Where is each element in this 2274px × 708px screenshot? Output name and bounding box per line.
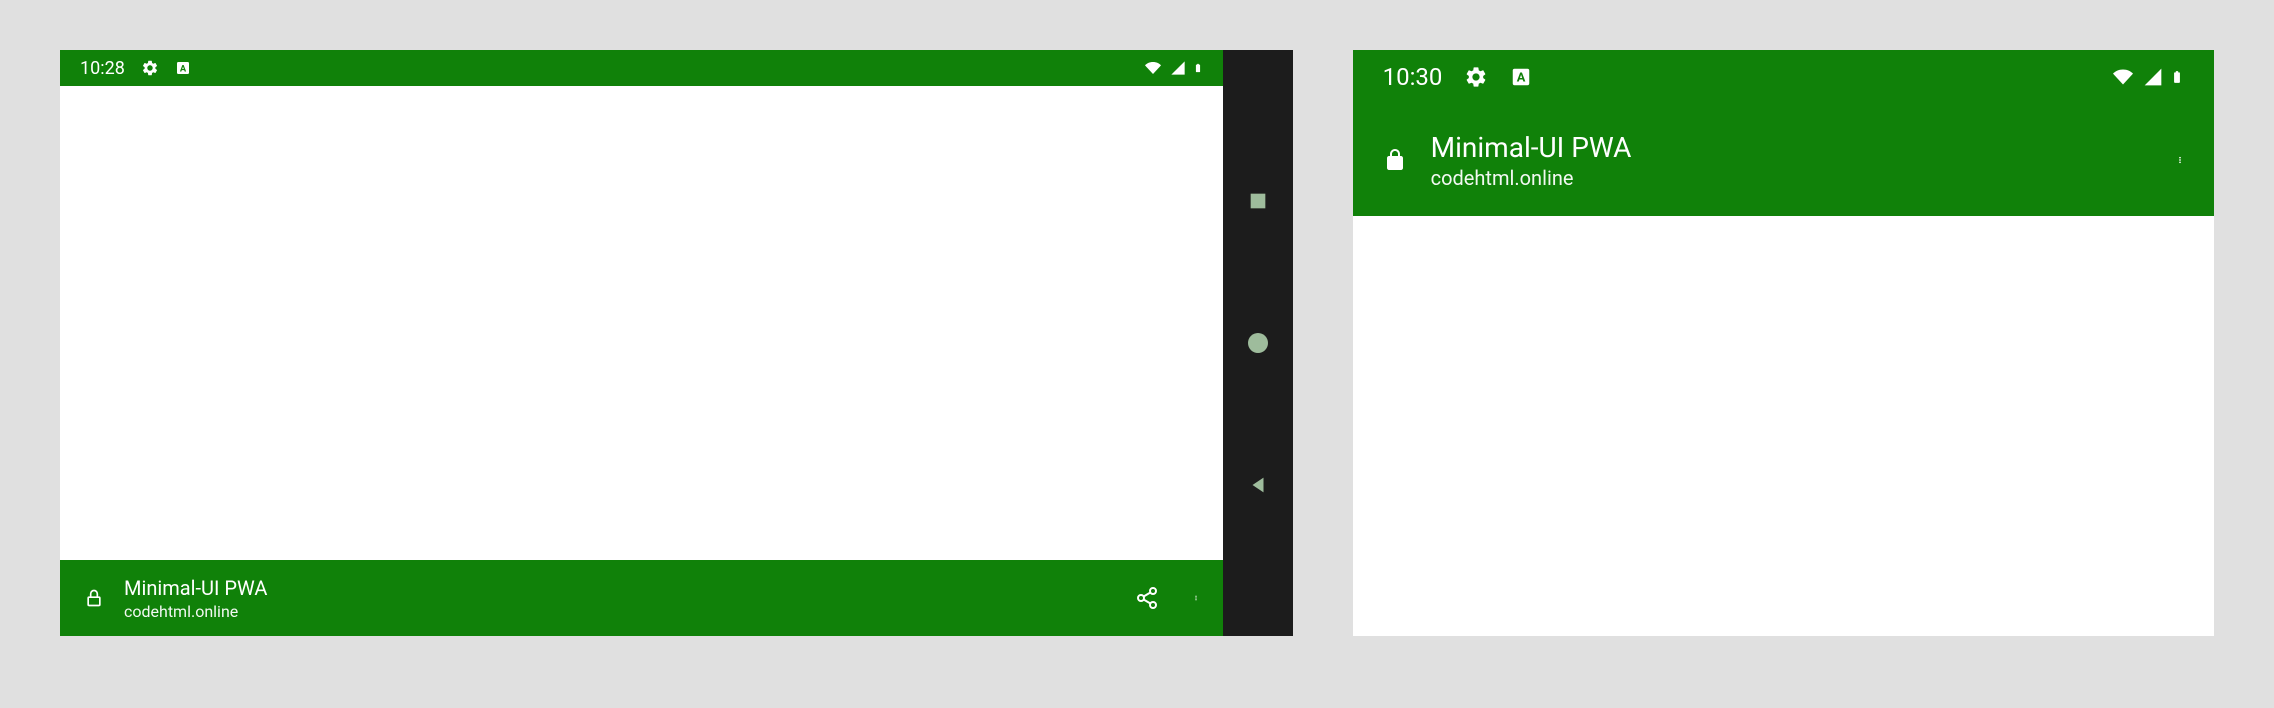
app-title: Minimal-UI PWA — [1431, 131, 2152, 164]
signal-icon — [1169, 60, 1187, 76]
status-bar: 10:30 A — [1353, 50, 2214, 104]
device-landscape: 10:28 A — [60, 50, 1293, 636]
status-bar: 10:28 A — [60, 50, 1223, 86]
wifi-icon — [2110, 67, 2136, 87]
app-domain: codehtml.online — [1431, 166, 2152, 190]
more-icon[interactable] — [2176, 145, 2184, 175]
app-badge-icon: A — [175, 60, 191, 76]
status-time: 10:28 — [80, 58, 125, 79]
status-right — [2110, 65, 2184, 89]
nav-recents-button[interactable] — [1246, 189, 1270, 213]
address-actions — [2176, 145, 2184, 175]
device-main: 10:28 A — [60, 50, 1223, 636]
status-left: 10:30 A — [1383, 63, 1533, 91]
content-area — [60, 86, 1223, 560]
device-portrait: 10:30 A Minimal-UI PWA codehtm — [1353, 50, 2214, 636]
address-bar: Minimal-UI PWA codehtml.online — [60, 560, 1223, 636]
wifi-icon — [1143, 60, 1163, 76]
signal-icon — [2142, 67, 2164, 87]
gear-icon — [1464, 65, 1488, 89]
address-info: Minimal-UI PWA codehtml.online — [1431, 131, 2152, 190]
status-time: 10:30 — [1383, 63, 1443, 91]
nav-back-button[interactable] — [1246, 473, 1270, 497]
content-area — [1353, 216, 2214, 636]
address-actions — [1135, 586, 1199, 610]
svg-text:A: A — [1517, 71, 1526, 86]
address-info: Minimal-UI PWA codehtml.online — [124, 576, 1115, 621]
status-right — [1143, 59, 1203, 77]
navigation-bar — [1223, 50, 1293, 636]
app-domain: codehtml.online — [124, 602, 1115, 621]
gear-icon — [141, 59, 159, 77]
address-bar: Minimal-UI PWA codehtml.online — [1353, 104, 2214, 216]
share-icon[interactable] — [1135, 586, 1159, 610]
more-icon[interactable] — [1193, 586, 1199, 610]
status-left: 10:28 A — [80, 58, 191, 79]
battery-icon — [2170, 65, 2184, 89]
lock-icon — [84, 586, 104, 610]
nav-home-button[interactable] — [1246, 331, 1270, 355]
battery-icon — [1193, 59, 1203, 77]
app-title: Minimal-UI PWA — [124, 576, 1115, 600]
app-badge-icon: A — [1510, 66, 1532, 88]
lock-icon — [1383, 146, 1407, 174]
svg-text:A: A — [180, 63, 187, 74]
